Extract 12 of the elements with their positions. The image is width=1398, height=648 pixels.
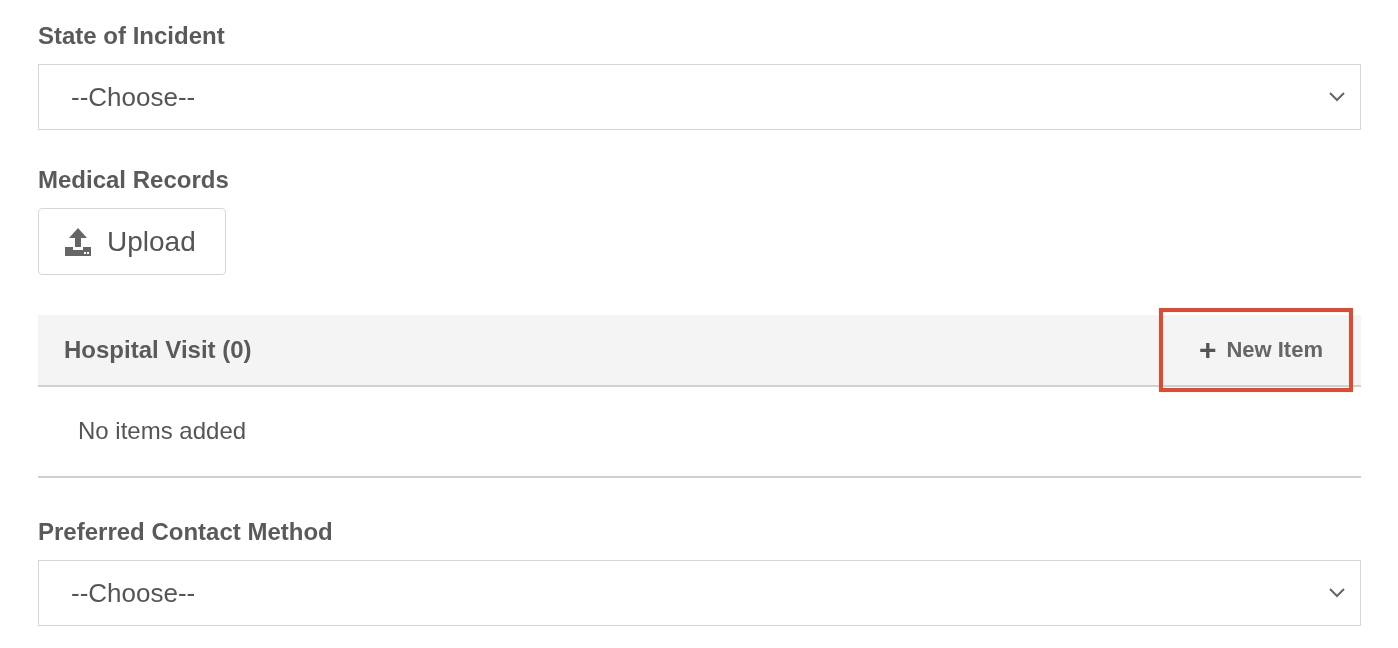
section-title: Hospital Visit (0) <box>64 336 252 364</box>
upload-icon <box>63 226 93 257</box>
chevron-down-icon <box>1328 587 1346 599</box>
chevron-down-icon <box>1328 91 1346 103</box>
new-item-button[interactable]: + New Item <box>1158 308 1353 392</box>
upload-button[interactable]: Upload <box>38 208 226 275</box>
field-label: State of Incident <box>38 21 226 51</box>
dropdown-select[interactable]: --Choose-- <box>38 64 1361 130</box>
empty-message: No items added <box>77 416 248 446</box>
dropdown-select[interactable]: --Choose-- <box>38 560 1361 626</box>
field-label: Medical Records <box>38 165 230 195</box>
field-label: Preferred Contact Method <box>38 517 334 547</box>
